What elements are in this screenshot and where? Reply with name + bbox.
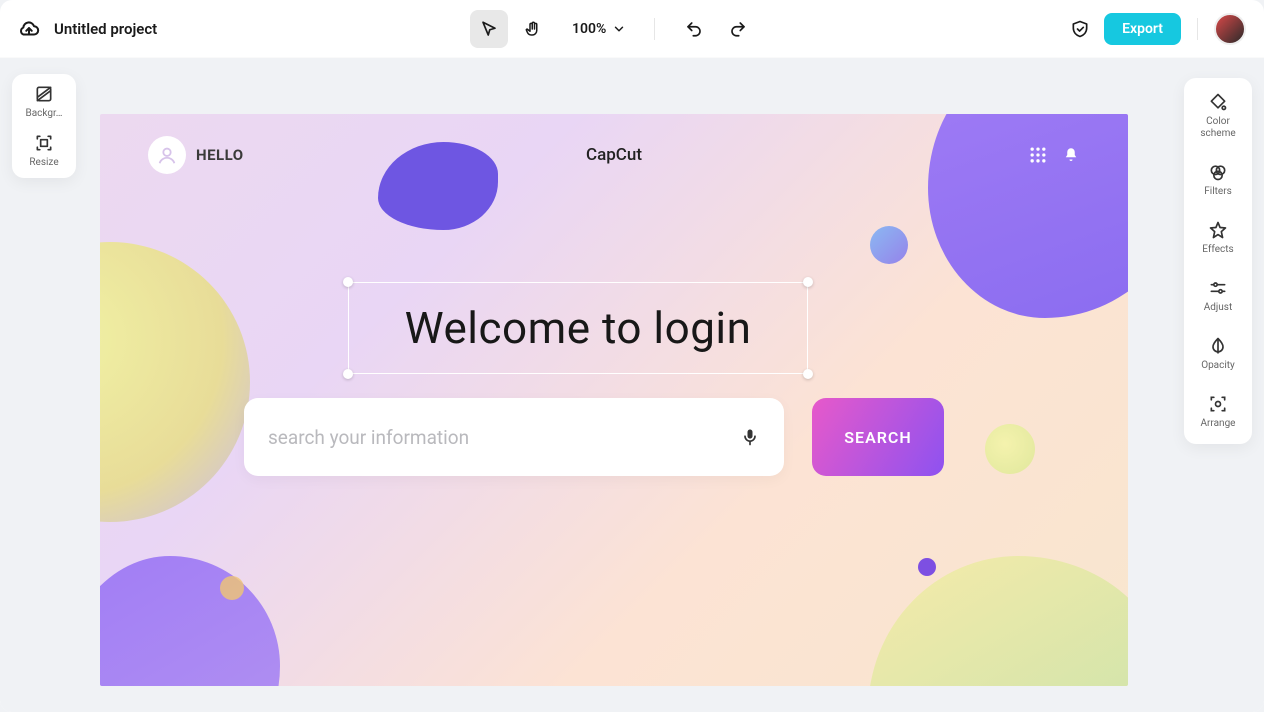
paint-bucket-icon bbox=[1208, 92, 1228, 112]
bell-icon bbox=[1062, 146, 1080, 164]
right-panel: Color scheme Filters Effects Adjust bbox=[1184, 78, 1252, 444]
decorative-blob bbox=[870, 226, 908, 264]
decorative-blob bbox=[100, 556, 280, 686]
left-panel: Backgr… Resize bbox=[12, 74, 76, 178]
topbar: Untitled project 100% bbox=[0, 0, 1264, 58]
left-panel-resize-label: Resize bbox=[29, 157, 58, 168]
grid-menu-icon bbox=[1028, 145, 1048, 165]
chevron-down-icon bbox=[612, 22, 626, 36]
search-input: search your information bbox=[244, 398, 784, 476]
export-button[interactable]: Export bbox=[1104, 13, 1181, 45]
search-button: SEARCH bbox=[812, 398, 944, 476]
right-panel-color-scheme-label: Color scheme bbox=[1188, 116, 1248, 140]
selected-text-element[interactable]: Welcome to login bbox=[348, 282, 808, 374]
hand-tool-button[interactable] bbox=[514, 10, 552, 48]
opacity-icon bbox=[1208, 336, 1228, 356]
user-chip: HELLO bbox=[148, 136, 244, 174]
search-placeholder: search your information bbox=[268, 426, 740, 449]
topbar-right: Export bbox=[1070, 13, 1246, 45]
select-tool-button[interactable] bbox=[470, 10, 508, 48]
right-panel-filters[interactable]: Filters bbox=[1188, 162, 1248, 198]
star-icon bbox=[1208, 220, 1228, 240]
heading-text[interactable]: Welcome to login bbox=[348, 282, 808, 374]
right-panel-arrange[interactable]: Arrange bbox=[1188, 394, 1248, 430]
resize-icon bbox=[34, 133, 54, 153]
right-panel-color-scheme[interactable]: Color scheme bbox=[1188, 92, 1248, 140]
decorative-blob bbox=[985, 424, 1035, 474]
canvas-header-right bbox=[1028, 145, 1080, 165]
filters-icon bbox=[1208, 162, 1228, 182]
search-row: search your information SEARCH bbox=[244, 398, 944, 476]
brand-label: CapCut bbox=[586, 145, 642, 165]
divider bbox=[654, 18, 655, 40]
right-panel-effects[interactable]: Effects bbox=[1188, 220, 1248, 256]
right-panel-filters-label: Filters bbox=[1204, 186, 1232, 198]
user-avatar-placeholder bbox=[148, 136, 186, 174]
undo-button[interactable] bbox=[675, 10, 713, 48]
zoom-control[interactable]: 100% bbox=[572, 21, 626, 37]
divider bbox=[1197, 18, 1198, 40]
zoom-label: 100% bbox=[572, 21, 606, 37]
decorative-blob bbox=[220, 576, 244, 600]
left-panel-background-label: Backgr… bbox=[26, 108, 63, 119]
decorative-blob bbox=[100, 242, 250, 522]
shield-icon[interactable] bbox=[1070, 19, 1090, 39]
arrange-icon bbox=[1208, 394, 1228, 414]
decorative-blob bbox=[918, 558, 936, 576]
right-panel-adjust[interactable]: Adjust bbox=[1188, 278, 1248, 314]
right-panel-adjust-label: Adjust bbox=[1204, 302, 1233, 314]
redo-button[interactable] bbox=[719, 10, 757, 48]
topbar-center: 100% bbox=[157, 10, 1070, 48]
left-panel-resize[interactable]: Resize bbox=[16, 133, 72, 168]
right-panel-opacity-label: Opacity bbox=[1201, 360, 1235, 372]
right-panel-arrange-label: Arrange bbox=[1201, 418, 1236, 430]
background-icon bbox=[34, 84, 54, 104]
project-title[interactable]: Untitled project bbox=[54, 20, 157, 38]
workspace: Backgr… Resize Color scheme Fil bbox=[0, 58, 1264, 712]
hello-label: HELLO bbox=[196, 146, 244, 164]
left-panel-background[interactable]: Backgr… bbox=[16, 84, 72, 119]
microphone-icon bbox=[740, 427, 760, 447]
user-avatar[interactable] bbox=[1214, 13, 1246, 45]
cloud-sync-icon[interactable] bbox=[18, 18, 40, 40]
sliders-icon bbox=[1208, 278, 1228, 298]
topbar-left: Untitled project bbox=[18, 18, 157, 40]
canvas[interactable]: HELLO CapCut Welcome to log bbox=[100, 114, 1128, 686]
canvas-header: HELLO CapCut bbox=[148, 136, 1080, 174]
right-panel-opacity[interactable]: Opacity bbox=[1188, 336, 1248, 372]
decorative-blob bbox=[868, 556, 1128, 686]
right-panel-effects-label: Effects bbox=[1202, 244, 1233, 256]
